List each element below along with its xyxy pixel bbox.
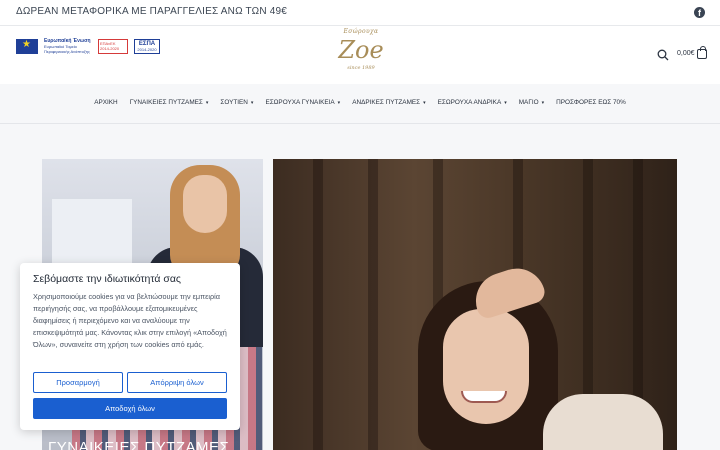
nav-item-label: ΑΡΧΙΚΗ bbox=[94, 99, 118, 106]
free-shipping-promo: ΔΩΡΕΑΝ ΜΕΤΑΦΟΡΙΚΑ ΜΕ ΠΑΡΑΓΓΕΛΙΕΣ ΑΝΩ ΤΩΝ… bbox=[16, 6, 288, 17]
nav-item[interactable]: ΕΣΩΡΟΥΧΑ ΓΥΝΑΙΚΕΙΑ ▾ bbox=[259, 99, 346, 106]
nav-item-label: ΣΟΥΤΙΕΝ bbox=[220, 99, 248, 106]
chevron-down-icon: ▾ bbox=[250, 100, 254, 106]
nav-list: ΑΡΧΙΚΗ ΓΥΝΑΙΚΕΙΕΣ ΠΥΤΖΑΜΕΣ ▾ ΣΟΥΤΙΕΝ ▾ ΕΣΩΡΟΥ… bbox=[0, 99, 720, 106]
nav-item-label: ΠΡΟΣΦΟΡΕΣ ΕΩΣ 70% bbox=[556, 99, 626, 106]
espa-logo-years: 2014-2020 bbox=[137, 47, 157, 52]
nav-item-label: ΜΑΓΙΟ bbox=[518, 99, 539, 106]
logo-sub-text: since 1989 bbox=[347, 65, 375, 71]
model-smile bbox=[461, 391, 507, 403]
nav-item[interactable]: ΑΡΧΙΚΗ bbox=[88, 99, 123, 106]
site-logo[interactable]: Εσώρουχα Zoe since 1989 bbox=[336, 28, 386, 82]
eu-funding-logos: Ευρωπαϊκή Ένωση Ευρωπαϊκό Ταμείο Περιφερ… bbox=[16, 38, 166, 55]
cart-icon[interactable] bbox=[697, 46, 707, 59]
logo-main-text: Zoe bbox=[338, 36, 384, 64]
nav-item-label: ΕΣΩΡΟΥΧΑ ΑΝΔΡΙΚΑ bbox=[437, 99, 502, 106]
cookie-accept-all-button[interactable]: Αποδοχή όλων bbox=[33, 398, 227, 419]
cookie-consent-dialog: Σεβόμαστε την ιδιωτικότητά σας Χρησιμοπο… bbox=[20, 263, 240, 430]
curtain-fold bbox=[313, 159, 323, 450]
hero-left-caption: ΓΥΝΑΙΚΕΙΕΣ ΠΥΤΖΑΜΕΣ bbox=[48, 439, 230, 450]
curtain-fold bbox=[368, 159, 378, 450]
cookie-reject-all-button[interactable]: Απόρριψη όλων bbox=[127, 372, 227, 393]
cookie-title: Σεβόμαστε την ιδιωτικότητά σας bbox=[33, 273, 181, 285]
logo-top-text: Εσώρουχα bbox=[343, 28, 379, 35]
cookie-customize-button[interactable]: Προσαρμογή bbox=[33, 372, 123, 393]
nav-item[interactable]: ΜΑΓΙΟ ▾ bbox=[513, 99, 550, 106]
nav-item[interactable]: ΑΝΔΡΙΚΕΣ ΠΥΤΖΑΜΕΣ ▾ bbox=[346, 99, 431, 106]
chevron-down-icon: ▾ bbox=[337, 100, 341, 106]
nav-item[interactable]: ΓΥΝΑΙΚΕΙΕΣ ΠΥΤΖΑΜΕΣ ▾ bbox=[124, 99, 215, 106]
chevron-down-icon: ▾ bbox=[541, 100, 545, 106]
site-header: Ευρωπαϊκή Ένωση Ευρωπαϊκό Ταμείο Περιφερ… bbox=[0, 26, 720, 84]
cart-total[interactable]: 0,00€ bbox=[677, 50, 695, 57]
chevron-down-icon: ▾ bbox=[205, 100, 209, 106]
nav-item-label: ΕΣΩΡΟΥΧΑ ΓΥΝΑΙΚΕΙΑ bbox=[265, 99, 335, 106]
chevron-down-icon: ▾ bbox=[423, 100, 426, 106]
model-face bbox=[443, 309, 529, 424]
main-navigation: ΑΡΧΙΚΗ ΓΥΝΑΙΚΕΙΕΣ ΠΥΤΖΑΜΕΣ ▾ ΣΟΥΤΙΕΝ ▾ ΕΣΩΡΟΥ… bbox=[0, 84, 720, 124]
nav-item-label: ΓΥΝΑΙΚΕΙΕΣ ΠΥΤΖΑΜΕΣ bbox=[129, 99, 203, 106]
nav-item[interactable]: ΣΟΥΤΙΕΝ ▾ bbox=[214, 99, 259, 106]
hero-main-image[interactable] bbox=[273, 159, 677, 450]
cookie-body-text: Χρησιμοποιούμε cookies για να βελτιώσουμ… bbox=[33, 292, 227, 349]
nav-item-label: ΑΝΔΡΙΚΕΣ ΠΥΤΖΑΜΕΣ bbox=[352, 99, 421, 106]
top-announcement-bar: ΔΩΡΕΑΝ ΜΕΤΑΦΟΡΙΚΑ ΜΕ ΠΑΡΑΓΓΕΛΙΕΣ ΑΝΩ ΤΩΝ… bbox=[0, 0, 720, 26]
eu-logo-subtitle: Ευρωπαϊκό Ταμείο Περιφερειακής Ανάπτυξης bbox=[44, 44, 90, 54]
nav-item[interactable]: ΕΣΩΡΟΥΧΑ ΑΝΔΡΙΚΑ ▾ bbox=[432, 99, 513, 106]
espa-logo: ΕΣΠΑ 2014-2020 bbox=[134, 39, 160, 54]
chevron-down-icon: ▾ bbox=[504, 100, 507, 106]
search-icon[interactable] bbox=[657, 49, 669, 61]
epanek-logo: ΕΠΑνΕΚ 2014-2020 bbox=[98, 39, 128, 54]
eu-logo-text: Ευρωπαϊκή Ένωση Ευρωπαϊκό Ταμείο Περιφερ… bbox=[44, 39, 92, 55]
model-face bbox=[183, 175, 227, 233]
model-robe bbox=[543, 394, 663, 450]
nav-item[interactable]: ΠΡΟΣΦΟΡΕΣ ΕΩΣ 70% bbox=[550, 99, 632, 106]
facebook-icon[interactable]: f bbox=[694, 7, 705, 18]
eu-flag-icon bbox=[16, 39, 38, 54]
